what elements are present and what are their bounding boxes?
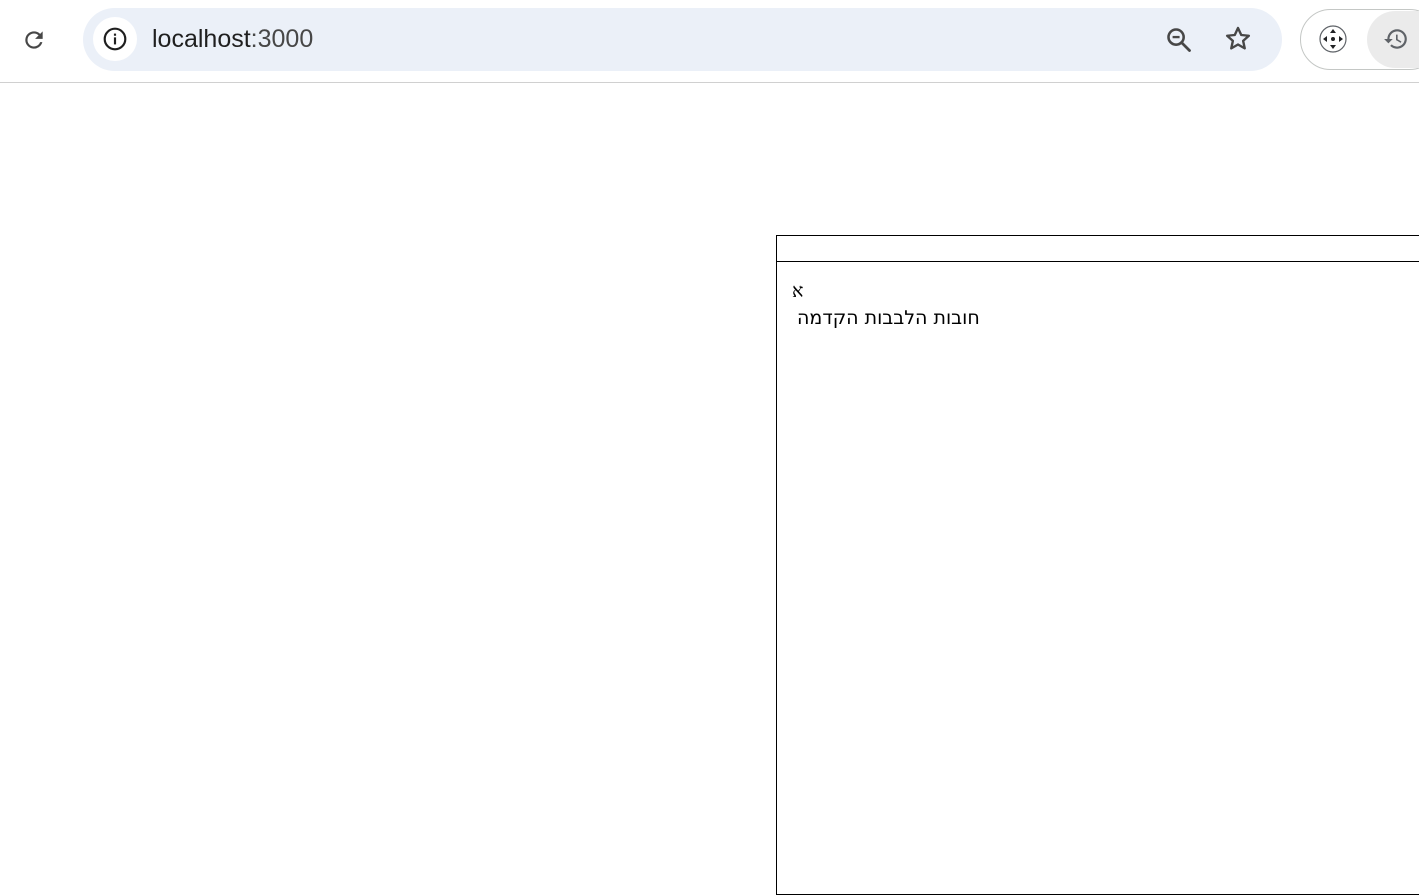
url-text[interactable]: localhost:3000: [152, 24, 313, 55]
section-letter: א: [792, 280, 804, 302]
address-bar[interactable]: localhost:3000: [83, 8, 1282, 71]
url-host: localhost: [152, 25, 251, 53]
move-icon: [1319, 25, 1347, 53]
zoom-button[interactable]: [1159, 20, 1199, 60]
panel-header: [777, 236, 1419, 262]
reload-icon: [25, 31, 43, 49]
bookmark-button[interactable]: [1218, 19, 1258, 59]
content-panel: א חובות הלבבות הקדמה: [776, 235, 1419, 895]
reload-button[interactable]: [14, 20, 54, 60]
browser-toolbar: localhost:3000: [0, 0, 1419, 83]
star-icon: [1225, 26, 1251, 50]
section-title[interactable]: חובות הלבבות הקדמה: [797, 306, 980, 330]
extensions-group: [1300, 9, 1419, 70]
zoom-out-icon: [1167, 28, 1191, 52]
move-extension-button[interactable]: [1318, 24, 1348, 54]
history-icon: [1384, 29, 1407, 49]
history-extension-button[interactable]: [1381, 24, 1411, 54]
url-port: :3000: [250, 25, 314, 53]
info-icon: [103, 27, 127, 51]
site-info-button[interactable]: [93, 17, 137, 61]
